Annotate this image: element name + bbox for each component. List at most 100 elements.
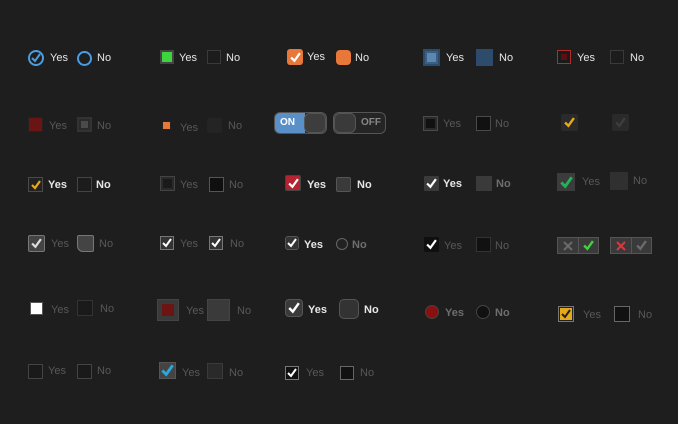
- yes-label: Yes: [308, 304, 327, 316]
- yes-label: Yes: [179, 52, 197, 64]
- check-icon: [30, 179, 41, 190]
- no-checkbox-7[interactable]: [207, 118, 222, 133]
- no-label: No: [630, 52, 645, 64]
- yes-checkbox-5[interactable]: [557, 50, 571, 64]
- check-icon: [426, 178, 437, 189]
- toggle-knob: [334, 113, 356, 133]
- no-label: No: [97, 365, 112, 377]
- no-checkbox-11[interactable]: [209, 177, 224, 192]
- no-checkbox-16[interactable]: [209, 236, 223, 250]
- no-checkbox-19[interactable]: [77, 300, 93, 316]
- yes-checkbox-15[interactable]: [28, 235, 45, 252]
- check-icon: [288, 302, 300, 314]
- yes-label: Yes: [180, 179, 198, 191]
- yes-checkbox-23[interactable]: [558, 306, 574, 322]
- no-checkbox-23[interactable]: [614, 306, 630, 322]
- no-checkbox-25[interactable]: [207, 363, 223, 379]
- check-icon: [287, 177, 299, 188]
- yes-checkbox-24[interactable]: [28, 364, 43, 379]
- no-label: No: [364, 304, 379, 316]
- check-icon: [31, 238, 42, 249]
- no-checkbox-15[interactable]: [77, 235, 94, 252]
- no-checkbox-18[interactable]: [476, 237, 491, 252]
- yes-checkbox-11[interactable]: [160, 176, 175, 191]
- no-checkbox-2[interactable]: [207, 50, 221, 64]
- no-checkbox-8[interactable]: [476, 116, 491, 131]
- no-label: No: [229, 179, 244, 191]
- no-radio-1[interactable]: [77, 51, 92, 66]
- no-checkbox-13[interactable]: [476, 176, 492, 191]
- no-label: No: [633, 175, 648, 187]
- no-checkbox-24[interactable]: [77, 364, 92, 379]
- yes-label: Yes: [304, 239, 323, 251]
- check-icon: [635, 240, 647, 251]
- yes-checkbox-17[interactable]: [285, 236, 299, 250]
- yes-label: Yes: [182, 367, 200, 379]
- no-checkbox-5[interactable]: [610, 50, 624, 64]
- yes-checkbox-14[interactable]: [557, 173, 575, 191]
- yes-label: Yes: [186, 305, 204, 317]
- yes-checkbox-16[interactable]: [160, 236, 174, 250]
- no-checkbox-10[interactable]: [77, 177, 92, 192]
- no-radio-17[interactable]: [336, 238, 348, 250]
- no-checkbox-20[interactable]: [207, 299, 230, 321]
- check-icon: [615, 117, 626, 128]
- no-checkbox-4[interactable]: [476, 49, 493, 66]
- yes-checkbox-25[interactable]: [159, 362, 176, 379]
- yes-label: Yes: [307, 51, 325, 63]
- yes-label: Yes: [444, 240, 462, 252]
- yes-label: Yes: [445, 307, 464, 319]
- yes-label: Yes: [51, 304, 69, 316]
- no-label: No: [229, 367, 244, 379]
- no-label: No: [638, 309, 653, 321]
- yes-label: Yes: [48, 365, 66, 377]
- yes-checkbox-26[interactable]: [285, 366, 299, 380]
- yes-label: Yes: [582, 176, 600, 188]
- yes-checkbox-10[interactable]: [28, 177, 43, 192]
- on-toggle[interactable]: ON: [274, 112, 327, 134]
- yes-label: Yes: [307, 179, 326, 191]
- no-radio-22[interactable]: [476, 305, 490, 319]
- checked-box-9-disabled[interactable]: [612, 114, 629, 131]
- yes-radio-22[interactable]: [425, 305, 439, 319]
- x-check-pair-b[interactable]: [610, 237, 652, 254]
- yes-checkbox-6[interactable]: [28, 117, 43, 132]
- yes-checkbox-20[interactable]: [157, 299, 179, 321]
- yes-checkbox-18[interactable]: [424, 237, 439, 252]
- inner-mark: [162, 304, 174, 316]
- yes-label: Yes: [583, 309, 601, 321]
- x-check-pair-a[interactable]: [557, 237, 599, 254]
- no-checkbox-14[interactable]: [610, 172, 628, 190]
- no-checkbox-12[interactable]: [336, 177, 351, 192]
- off-toggle[interactable]: OFF: [333, 112, 386, 134]
- yes-label: Yes: [446, 52, 464, 64]
- yes-checkbox-13[interactable]: [424, 176, 439, 191]
- yes-checkbox-3[interactable]: [287, 49, 303, 65]
- yes-checkbox-8[interactable]: [423, 116, 438, 131]
- yes-checkbox-4[interactable]: [423, 49, 440, 66]
- no-label: No: [226, 52, 241, 64]
- no-checkbox-21[interactable]: [339, 299, 359, 319]
- yes-checkbox-19[interactable]: [30, 302, 43, 315]
- yes-label: Yes: [50, 52, 68, 64]
- no-label: No: [96, 179, 111, 191]
- no-label: No: [495, 118, 510, 130]
- no-checkbox-3[interactable]: [336, 50, 351, 65]
- yes-checkbox-21[interactable]: [285, 299, 303, 317]
- no-checkbox-6[interactable]: [77, 117, 92, 132]
- check-icon: [559, 175, 573, 189]
- yes-label: Yes: [49, 120, 67, 132]
- check-icon: [211, 238, 221, 248]
- checked-box-9[interactable]: [561, 114, 578, 131]
- no-checkbox-26[interactable]: [340, 366, 354, 380]
- yes-checkbox-1[interactable]: [28, 50, 44, 66]
- yes-checkbox-7[interactable]: [162, 121, 171, 130]
- off-label: OFF: [361, 117, 381, 128]
- yes-checkbox-12[interactable]: [285, 175, 301, 191]
- no-label: No: [495, 307, 510, 319]
- check-icon: [289, 51, 301, 62]
- yes-checkbox-2[interactable]: [160, 50, 174, 64]
- yes-label: Yes: [180, 238, 198, 250]
- yes-label: Yes: [51, 238, 69, 250]
- yes-label: Yes: [443, 178, 462, 190]
